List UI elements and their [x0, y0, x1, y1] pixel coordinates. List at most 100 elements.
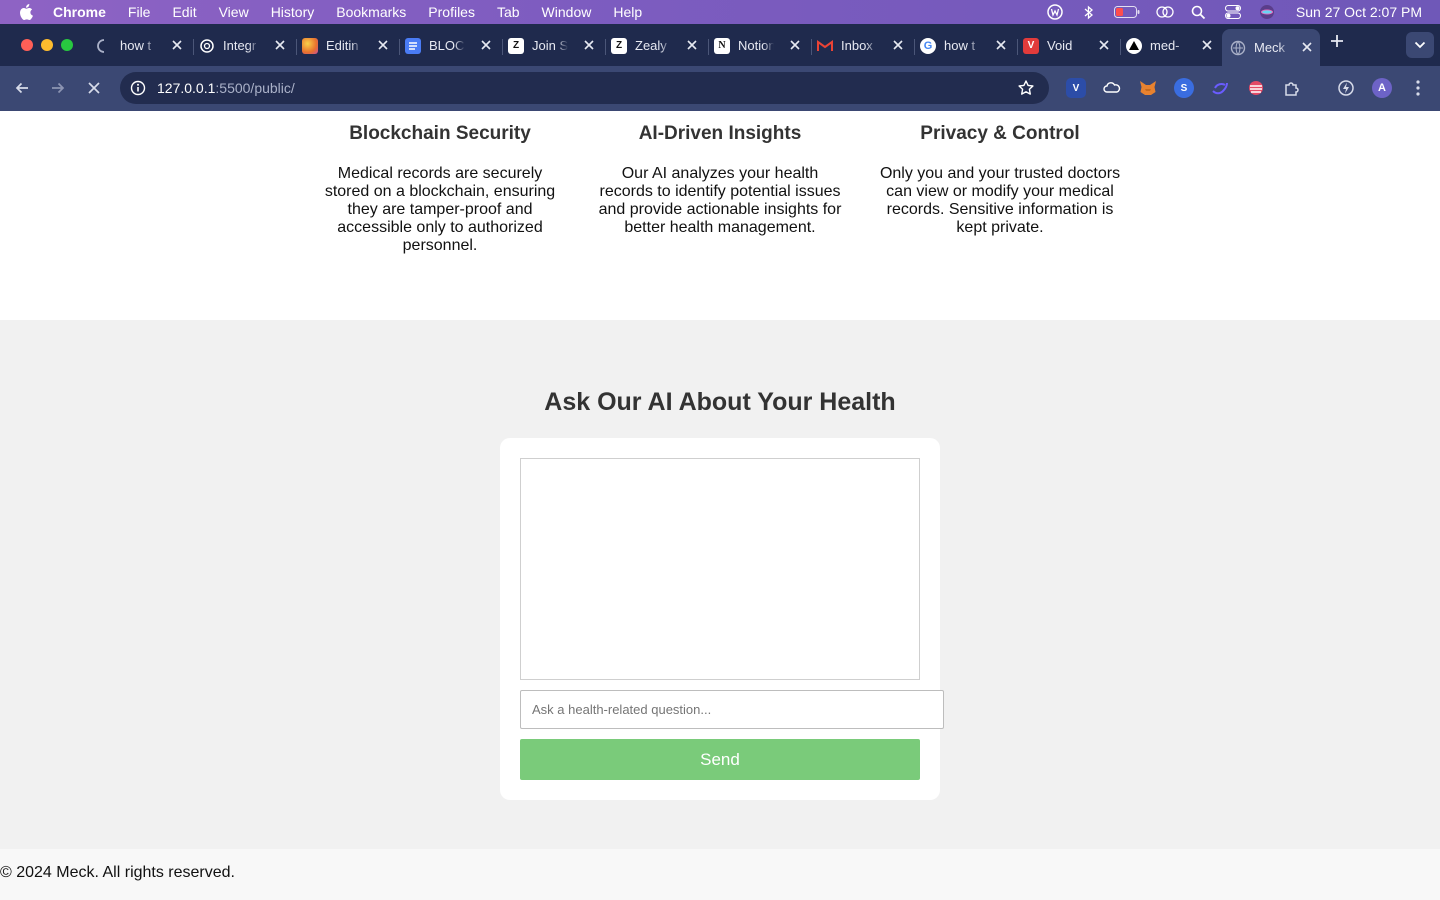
- zealy-icon: Z: [508, 37, 524, 54]
- tab-title: Join S: [532, 38, 568, 53]
- close-tab-icon[interactable]: [479, 38, 493, 52]
- stop-loading-button[interactable]: [84, 78, 104, 98]
- menu-view[interactable]: View: [219, 4, 249, 20]
- extension-v-icon[interactable]: V: [1066, 78, 1086, 98]
- extension-stripes-icon[interactable]: [1246, 78, 1266, 98]
- extension-s-icon[interactable]: S: [1174, 78, 1194, 98]
- browser-tab[interactable]: N Notion: [714, 31, 808, 60]
- bookmark-star-icon[interactable]: [1017, 79, 1035, 97]
- tab-title: BLOC: [429, 38, 465, 53]
- menu-edit[interactable]: Edit: [172, 4, 196, 20]
- browser-tab[interactable]: how t: [96, 31, 190, 60]
- back-button[interactable]: [12, 78, 32, 98]
- bluetooth-icon[interactable]: [1080, 5, 1098, 19]
- tab-title: Inbox: [841, 38, 873, 53]
- browser-tab[interactable]: Integr: [199, 31, 293, 60]
- profile-avatar[interactable]: A: [1372, 78, 1392, 98]
- page-viewport: Blockchain Security Medical records are …: [0, 111, 1440, 900]
- menu-window[interactable]: Window: [542, 4, 592, 20]
- send-button[interactable]: Send: [520, 739, 920, 780]
- tab-title: how t: [944, 38, 976, 53]
- control-center-icon[interactable]: [1224, 5, 1242, 19]
- gmail-icon: [817, 38, 833, 54]
- menu-help[interactable]: Help: [613, 4, 642, 20]
- url-path: :5500/public/: [215, 80, 295, 96]
- extension-cloud-icon[interactable]: [1102, 78, 1122, 98]
- footer-copyright: © 2024 Meck. All rights reserved.: [0, 864, 235, 881]
- firebase-icon: [302, 37, 318, 54]
- google-icon: G: [920, 37, 936, 54]
- extensions-puzzle-icon[interactable]: [1282, 78, 1302, 98]
- close-tab-icon[interactable]: [1097, 38, 1111, 52]
- menu-history[interactable]: History: [271, 4, 315, 20]
- tab-title: Integr: [223, 38, 257, 53]
- maximize-window-button[interactable]: [61, 39, 73, 51]
- close-tab-icon[interactable]: [788, 38, 802, 52]
- close-tab-icon[interactable]: [1200, 38, 1214, 52]
- feature-blockchain-security: Blockchain Security Medical records are …: [320, 123, 560, 255]
- close-tab-icon[interactable]: [685, 38, 699, 52]
- feature-ai-insights: AI-Driven Insights Our AI analyzes your …: [596, 123, 844, 237]
- browser-tab[interactable]: G how t: [920, 31, 1014, 60]
- close-window-button[interactable]: [21, 39, 33, 51]
- menu-profiles[interactable]: Profiles: [428, 4, 475, 20]
- new-tab-button[interactable]: [1329, 32, 1345, 55]
- close-tab-icon[interactable]: [582, 38, 596, 52]
- browser-tab[interactable]: med-: [1126, 31, 1220, 60]
- close-tab-icon[interactable]: [273, 38, 287, 52]
- minimize-window-button[interactable]: [41, 39, 53, 51]
- tab-title: Meck: [1254, 40, 1286, 55]
- siri-icon[interactable]: [1258, 5, 1276, 19]
- spotlight-search-icon[interactable]: [1190, 5, 1208, 19]
- browser-tab[interactable]: Z Join S: [508, 31, 602, 60]
- browser-tab[interactable]: Inbox: [817, 31, 911, 60]
- browser-tab[interactable]: BLOC: [405, 31, 499, 60]
- question-input[interactable]: [520, 690, 944, 729]
- ask-ai-section: Ask Our AI About Your Health Send: [0, 320, 1440, 849]
- browser-tab[interactable]: V Void: [1023, 31, 1117, 60]
- url-host: 127.0.0.1: [157, 80, 216, 96]
- status-w-icon[interactable]: [1046, 4, 1064, 20]
- google-docs-icon: [405, 37, 421, 54]
- close-tab-icon[interactable]: [891, 38, 905, 52]
- menu-tab[interactable]: Tab: [497, 4, 520, 20]
- browser-tab[interactable]: Z Zealy: [611, 31, 705, 60]
- tab-title: Notion: [738, 38, 774, 53]
- address-bar[interactable]: 127.0.0.1:5500/public/: [120, 72, 1049, 104]
- extension-wave-icon[interactable]: [1210, 78, 1230, 98]
- zealy-icon: Z: [611, 37, 627, 54]
- close-tab-icon[interactable]: [1300, 40, 1314, 54]
- tab-title: Editin: [326, 38, 359, 53]
- close-tab-icon[interactable]: [170, 38, 184, 52]
- performance-icon[interactable]: [1336, 78, 1356, 98]
- forward-button[interactable]: [48, 78, 68, 98]
- arrow-right-icon: [52, 82, 65, 94]
- macos-menubar: Chrome File Edit View History Bookmarks …: [0, 0, 1440, 24]
- void-icon: V: [1023, 37, 1039, 54]
- close-tab-icon[interactable]: [376, 38, 390, 52]
- browser-tab[interactable]: Editin: [302, 31, 396, 60]
- vercel-icon: [1126, 37, 1142, 54]
- menubar-clock[interactable]: Sun 27 Oct 2:07 PM: [1296, 4, 1422, 20]
- menu-file[interactable]: File: [128, 4, 151, 20]
- close-tab-icon[interactable]: [994, 38, 1008, 52]
- chat-messages-area[interactable]: [520, 458, 920, 680]
- site-info-icon[interactable]: [130, 80, 146, 96]
- browser-tab-active[interactable]: Meck: [1222, 29, 1320, 66]
- screen-mirroring-icon[interactable]: [1156, 5, 1174, 19]
- url-text[interactable]: 127.0.0.1:5500/public/: [157, 80, 295, 96]
- arrow-left-icon: [15, 82, 28, 94]
- chevron-down-icon: [1414, 41, 1426, 49]
- apple-icon[interactable]: [19, 4, 35, 20]
- more-menu-icon[interactable]: [1408, 78, 1428, 98]
- metamask-icon[interactable]: [1138, 78, 1158, 98]
- loading-icon: [96, 38, 112, 54]
- battery-icon[interactable]: [1113, 5, 1140, 19]
- tab-search-button[interactable]: [1406, 32, 1434, 58]
- feature-text: Our AI analyzes your health records to i…: [598, 165, 842, 236]
- menu-bookmarks[interactable]: Bookmarks: [336, 4, 406, 20]
- tab-title: med-: [1150, 38, 1180, 53]
- feature-text: Only you and your trusted doctors can vi…: [879, 165, 1121, 236]
- feature-title: Privacy & Control: [920, 123, 1080, 144]
- menu-app-name[interactable]: Chrome: [53, 4, 106, 20]
